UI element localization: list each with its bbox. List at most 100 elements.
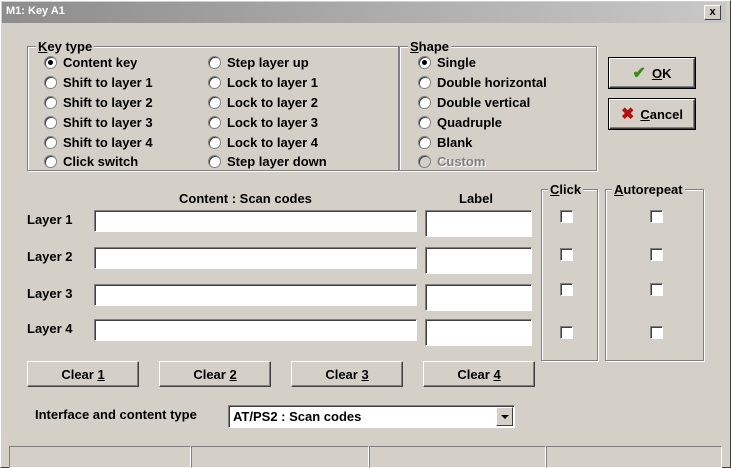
close-button[interactable]: x xyxy=(704,5,721,20)
clear-2-button[interactable]: Clear 2 xyxy=(159,361,271,387)
layer-4-label-field[interactable] xyxy=(425,319,532,346)
dialog-window: M1: Key A1 x Key type Content key Shift … xyxy=(0,0,731,468)
radio-blank[interactable]: Blank xyxy=(418,134,472,151)
layer-1-content-field[interactable] xyxy=(94,210,417,232)
cancel-button[interactable]: ✖ Cancel xyxy=(608,98,696,130)
title-bar[interactable]: M1: Key A1 x xyxy=(2,2,726,23)
radio-label: Step layer down xyxy=(227,154,327,169)
radio-dot xyxy=(208,155,221,168)
radio-click-switch[interactable]: Click switch xyxy=(44,153,138,170)
clear-4-label: Clear 4 xyxy=(457,366,501,382)
radio-label: Quadruple xyxy=(437,115,503,130)
shape-group: Shape Single Double horizontal Double ve… xyxy=(399,39,597,171)
click-checkbox-layer-4[interactable] xyxy=(560,326,573,339)
radio-label: Shift to layer 2 xyxy=(63,95,153,110)
radio-shift-layer-2[interactable]: Shift to layer 2 xyxy=(44,94,153,111)
layer-4-content-field[interactable] xyxy=(94,319,417,341)
status-pane-3 xyxy=(369,446,546,468)
status-pane-2 xyxy=(191,446,369,468)
radio-label: Blank xyxy=(437,135,473,150)
autorepeat-checkbox-layer-1[interactable] xyxy=(650,210,663,223)
click-checkbox-layer-2[interactable] xyxy=(560,248,573,261)
content-header: Content : Scan codes xyxy=(179,191,312,206)
click-group: Click xyxy=(541,182,598,361)
radio-label: Click switch xyxy=(63,154,139,169)
interface-select-value: AT/PS2 : Scan codes xyxy=(233,409,362,424)
interface-label: Interface and content type xyxy=(35,407,197,422)
layer-2-label-field[interactable] xyxy=(425,247,532,274)
click-checkbox-layer-3[interactable] xyxy=(560,283,573,296)
checkmark-icon: ✔ xyxy=(632,65,646,82)
radio-content-key[interactable]: Content key xyxy=(44,54,137,71)
window-title: M1: Key A1 xyxy=(6,5,65,17)
radio-quadruple[interactable]: Quadruple xyxy=(418,114,502,131)
radio-shift-layer-1[interactable]: Shift to layer 1 xyxy=(44,74,153,91)
radio-dot xyxy=(418,96,431,109)
layer-4-label: Layer 4 xyxy=(27,321,73,336)
layer-3-label-field[interactable] xyxy=(425,284,532,311)
radio-lock-layer-1[interactable]: Lock to layer 1 xyxy=(208,74,318,91)
clear-4-button[interactable]: Clear 4 xyxy=(423,361,535,387)
clear-2-label: Clear 2 xyxy=(193,366,237,382)
autorepeat-checkbox-layer-2[interactable] xyxy=(650,248,663,261)
ok-button[interactable]: ✔ OK xyxy=(608,57,696,89)
radio-lock-layer-2[interactable]: Lock to layer 2 xyxy=(208,94,318,111)
radio-dot xyxy=(208,56,221,69)
radio-label: Shift to layer 3 xyxy=(63,115,153,130)
radio-dot xyxy=(44,76,57,89)
autorepeat-legend: Autorepeat xyxy=(612,182,685,197)
radio-shift-layer-3[interactable]: Shift to layer 3 xyxy=(44,114,153,131)
click-checkbox-layer-1[interactable] xyxy=(560,210,573,223)
radio-step-layer-down[interactable]: Step layer down xyxy=(208,153,327,170)
status-pane-4 xyxy=(546,446,722,468)
radio-dot xyxy=(44,116,57,129)
autorepeat-checkbox-layer-3[interactable] xyxy=(650,283,663,296)
radio-label: Lock to layer 3 xyxy=(227,115,319,130)
interface-select[interactable]: AT/PS2 : Scan codes xyxy=(228,405,515,428)
radio-dot xyxy=(44,136,57,149)
radio-label: Lock to layer 4 xyxy=(227,135,319,150)
clear-1-button[interactable]: Clear 1 xyxy=(27,361,139,387)
radio-dot xyxy=(44,96,57,109)
radio-dot xyxy=(208,116,221,129)
click-legend: Click xyxy=(548,182,584,197)
layer-1-label-field[interactable] xyxy=(425,210,532,237)
radio-shift-layer-4[interactable]: Shift to layer 4 xyxy=(44,134,153,151)
radio-dot xyxy=(44,56,57,69)
status-pane-1 xyxy=(9,446,191,468)
radio-dot xyxy=(208,96,221,109)
radio-lock-layer-4[interactable]: Lock to layer 4 xyxy=(208,134,318,151)
layer-3-content-field[interactable] xyxy=(94,284,417,306)
radio-double-horizontal[interactable]: Double horizontal xyxy=(418,74,547,91)
key-type-group: Key type Content key Shift to layer 1 Sh… xyxy=(27,39,399,171)
dropdown-button[interactable] xyxy=(496,407,513,426)
radio-double-vertical[interactable]: Double vertical xyxy=(418,94,530,111)
radio-lock-layer-3[interactable]: Lock to layer 3 xyxy=(208,114,318,131)
radio-label: Double vertical xyxy=(437,95,531,110)
radio-dot xyxy=(208,76,221,89)
radio-label: Step layer up xyxy=(227,55,309,70)
layer-1-label: Layer 1 xyxy=(27,212,73,227)
ok-label: OK xyxy=(651,65,672,81)
radio-label: Single xyxy=(437,55,477,70)
layer-2-label: Layer 2 xyxy=(27,249,73,264)
radio-single[interactable]: Single xyxy=(418,54,476,71)
radio-label: Shift to layer 1 xyxy=(63,75,153,90)
radio-dot xyxy=(418,76,431,89)
key-type-legend: Key type xyxy=(36,39,95,54)
clear-3-label: Clear 3 xyxy=(325,366,369,382)
radio-dot xyxy=(44,155,57,168)
radio-dot xyxy=(418,155,431,168)
layer-3-label: Layer 3 xyxy=(27,286,73,301)
shape-legend: Shape xyxy=(408,39,452,54)
autorepeat-group: Autorepeat xyxy=(605,182,704,361)
radio-dot xyxy=(418,116,431,129)
layer-2-content-field[interactable] xyxy=(94,247,417,269)
radio-step-layer-up[interactable]: Step layer up xyxy=(208,54,309,71)
clear-3-button[interactable]: Clear 3 xyxy=(291,361,403,387)
x-icon: ✖ xyxy=(620,106,635,123)
close-icon: x xyxy=(709,6,716,18)
autorepeat-checkbox-layer-4[interactable] xyxy=(650,326,663,339)
label-header: Label xyxy=(459,191,493,206)
radio-label: Double horizontal xyxy=(437,75,547,90)
